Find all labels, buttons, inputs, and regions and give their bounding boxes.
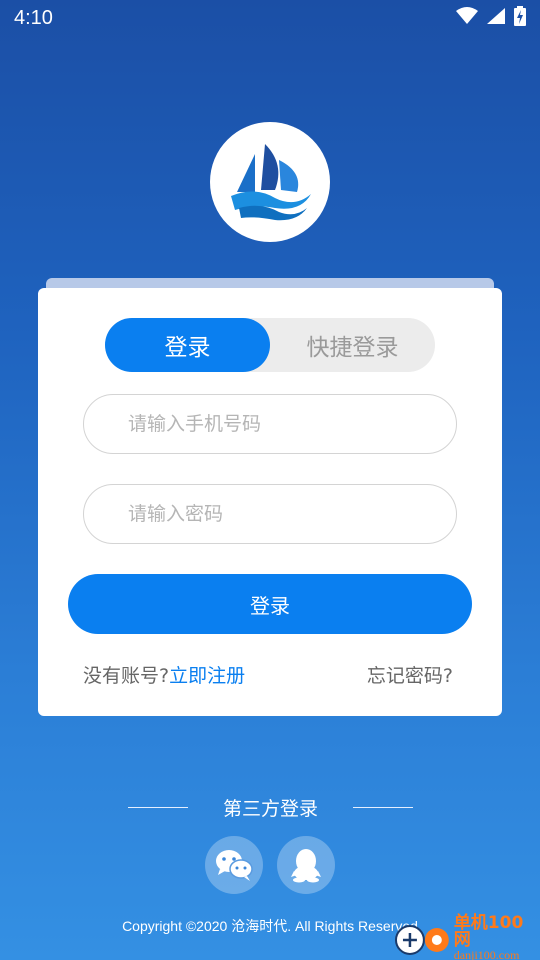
forgot-password-link[interactable]: 忘记密码? (367, 661, 453, 688)
status-icons (456, 6, 526, 30)
tab-password-login[interactable]: 登录 (105, 318, 270, 372)
signal-icon (486, 7, 506, 29)
phone-input[interactable] (83, 394, 457, 454)
app-logo (210, 122, 330, 242)
logo-sail-icon (231, 144, 311, 221)
watermark-cn: 单机100网 (453, 913, 524, 950)
tab-quick-login[interactable]: 快捷登录 (270, 318, 435, 372)
login-button[interactable]: 登录 (68, 574, 472, 634)
third-party-title: 第三方登录 (222, 797, 318, 820)
wifi-icon (456, 7, 478, 29)
qq-icon (291, 849, 321, 883)
status-bar: 4:10 (0, 0, 540, 36)
watermark-text: 单机100网 danji100.com (454, 915, 540, 960)
links-row: 没有账号?立即注册 忘记密码? (83, 660, 453, 688)
battery-charging-icon (514, 6, 526, 30)
password-input[interactable] (83, 484, 457, 544)
watermark: 单机100网 danji100.com (394, 915, 540, 960)
wechat-login-button[interactable] (205, 836, 263, 894)
divider-left (128, 806, 188, 808)
watermark-en: danji100.com (453, 948, 520, 960)
wechat-icon (216, 850, 253, 881)
register-prompt: 没有账号?立即注册 (83, 661, 245, 688)
login-tab-switch: 登录 快捷登录 (105, 318, 435, 372)
register-link[interactable]: 立即注册 (169, 665, 245, 687)
third-party-header: 第三方登录 (128, 794, 413, 820)
qq-login-button[interactable] (277, 836, 335, 894)
watermark-logo-icon (394, 925, 449, 955)
divider-right (352, 806, 413, 808)
login-card: 登录 快捷登录 登录 没有账号?立即注册 忘记密码? (38, 288, 502, 716)
no-account-label: 没有账号? (83, 664, 170, 687)
status-time: 4:10 (14, 6, 53, 29)
